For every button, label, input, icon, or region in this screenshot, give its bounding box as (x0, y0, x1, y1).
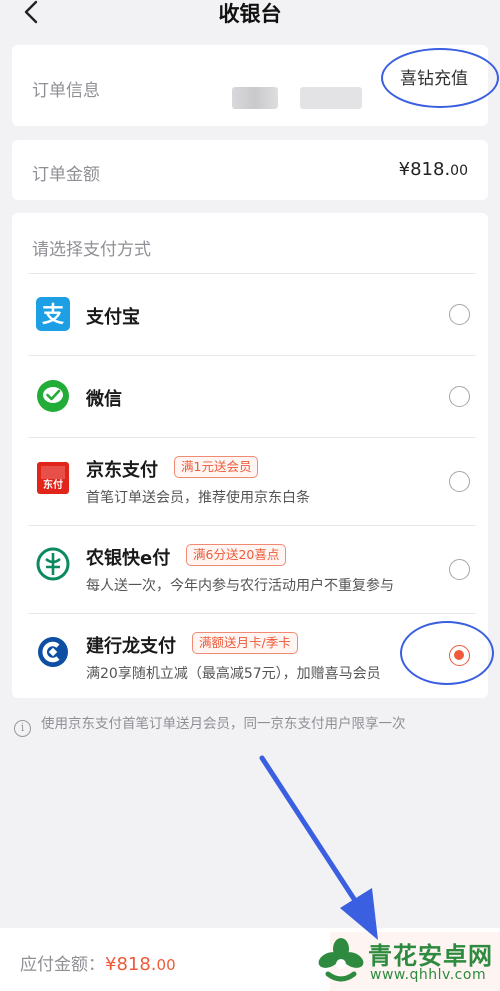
promo-tag-ccb-longpay: 满额送月卡/季卡 (192, 632, 298, 654)
order-amount-card: 订单金额 ¥818.00 (12, 140, 488, 200)
payment-name-jdpay: 京东支付 (86, 460, 158, 481)
watermark-name: 青花安卓网 (368, 942, 493, 970)
order-amount-value: ¥818.00 (399, 159, 468, 180)
payment-option-wechat[interactable]: 微信 (12, 355, 488, 437)
divider (28, 525, 476, 526)
promo-tag-jdpay: 满1元送会员 (174, 456, 259, 478)
radio-abc-epay[interactable] (449, 559, 470, 580)
notice-text: 使用京东支付首笔订单送月会员，同一京东支付用户限享一次 (41, 716, 406, 732)
ccb-bank-icon (38, 637, 68, 667)
order-amount-decimals: 00 (450, 163, 468, 179)
abc-bank-icon (36, 547, 70, 581)
watermark-logo-icon (318, 938, 364, 982)
wechat-icon (37, 380, 69, 412)
watermark-url: www.qhhlv.com (370, 967, 487, 983)
svg-text:支: 支 (42, 303, 65, 328)
payment-section-title: 请选择支付方式 (32, 240, 151, 260)
page-title: 收银台 (218, 2, 282, 26)
redacted-order-id (232, 87, 278, 109)
amount-due-decimals: 00 (156, 956, 176, 974)
divider (28, 613, 476, 614)
radio-jdpay[interactable] (449, 471, 470, 492)
amount-due-value: ¥818.00 (105, 954, 176, 975)
payment-option-alipay[interactable]: 支 支付宝 (12, 273, 488, 355)
divider (28, 437, 476, 438)
jdpay-icon: 东付 (37, 462, 69, 494)
divider (28, 273, 476, 274)
order-info-label: 订单信息 (32, 81, 100, 101)
radio-alipay[interactable] (449, 304, 470, 325)
order-amount-label: 订单金额 (32, 165, 100, 185)
payment-name-ccb-longpay: 建行龙支付 (86, 636, 176, 657)
payment-desc-ccb-longpay: 满20享随机立减（最高减57元），加赠喜马会员 (86, 666, 381, 682)
alipay-icon: 支 (36, 297, 70, 331)
amount-due-main: ¥818. (105, 954, 157, 975)
promo-tag-abc-epay: 满6分送20喜点 (186, 544, 287, 566)
header: 收银台 (0, 0, 500, 32)
redacted-order-id-2 (300, 87, 362, 109)
payment-name-abc-epay: 农银快e付 (86, 548, 171, 569)
radio-wechat[interactable] (449, 386, 470, 407)
jdpay-icon-text: 东付 (43, 478, 63, 491)
payment-method-card: 请选择支付方式 支 支付宝 微信 东付 京东支付 满1元送会员 首笔订单送会员，… (12, 213, 494, 698)
order-info-card: 订单信息 喜钻充值 (12, 45, 499, 126)
payment-name-alipay: 支付宝 (86, 307, 140, 328)
order-amount-main: ¥818. (398, 159, 451, 180)
payment-desc-abc-epay: 每人送一次，今年内参与农行活动用户不重复参与 (86, 578, 394, 594)
payment-desc-jdpay: 首笔订单送会员，推荐使用京东白条 (86, 490, 310, 506)
annotation-circle-selected (400, 621, 494, 685)
payment-option-abc-epay[interactable]: 农银快e付 满6分送20喜点 每人送一次，今年内参与农行活动用户不重复参与 (12, 525, 488, 607)
payment-name-wechat: 微信 (86, 389, 122, 410)
payment-notice: i 使用京东支付首笔订单送月会员，同一京东支付用户限享一次 (14, 712, 406, 737)
payment-option-jdpay[interactable]: 东付 京东支付 满1元送会员 首笔订单送会员，推荐使用京东白条 (12, 437, 488, 519)
divider (28, 355, 476, 356)
amount-due: 应付金额：¥818.00 (20, 950, 176, 975)
info-icon: i (14, 720, 31, 737)
annotation-circle-product (381, 48, 499, 108)
site-watermark: 青花安卓网 www.qhhlv.com (312, 930, 500, 991)
amount-due-label: 应付金额： (20, 955, 105, 975)
